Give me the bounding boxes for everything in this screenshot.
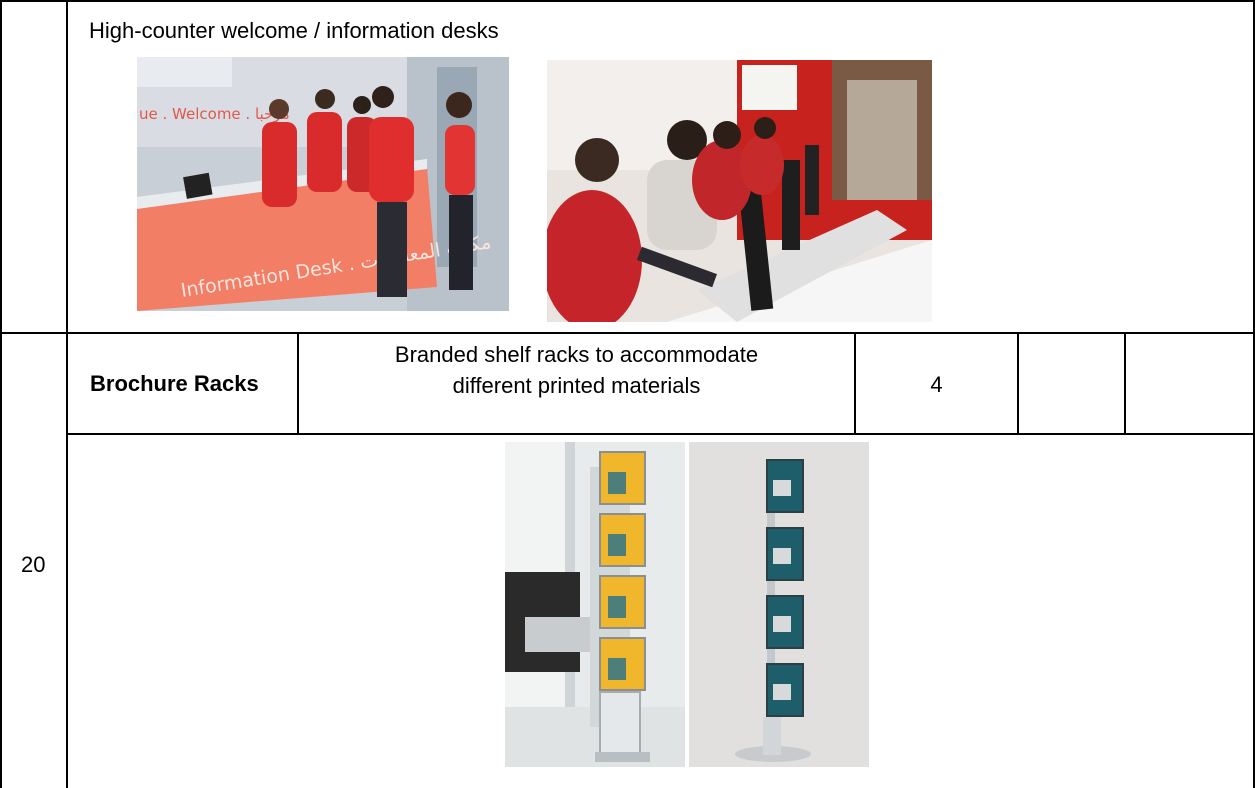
brochure-racks-photo — [505, 442, 869, 767]
svg-text:ue . Welcome . مرحبا: ue . Welcome . مرحبا — [139, 105, 290, 123]
row-divider-mid — [0, 332, 1255, 334]
item-name: Brochure Racks — [90, 371, 259, 396]
description-line-2: different printed materials — [452, 373, 701, 398]
col-divider-4 — [1124, 333, 1126, 434]
row-divider-top — [0, 0, 1255, 2]
number-column-divider — [66, 0, 68, 788]
item-quantity: 4 — [930, 372, 943, 397]
table-border-left — [0, 0, 2, 788]
item-description: Branded shelf racks to accommodate diffe… — [299, 339, 854, 401]
computer-help-desk-photo — [547, 60, 932, 322]
information-desk-photo: ue . Welcome . مرحبا Information Desk . … — [137, 57, 509, 311]
col-divider-3 — [1017, 333, 1019, 434]
desk-caption: High-counter welcome / information desks — [89, 18, 499, 43]
description-line-1: Branded shelf racks to accommodate — [394, 342, 759, 367]
row-divider-sub — [66, 433, 1255, 435]
row-number: 20 — [21, 552, 46, 577]
